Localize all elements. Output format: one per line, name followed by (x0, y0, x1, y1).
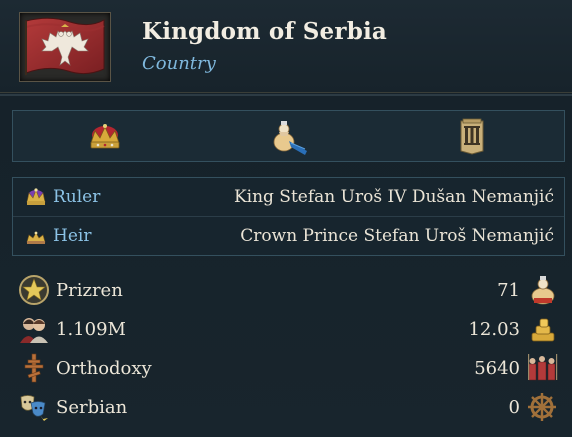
country-type-label: Country (142, 53, 216, 74)
prince-crown-icon (25, 226, 47, 250)
country-panel: Kingdom of Serbia Country Ruler King Ste… (0, 0, 572, 437)
population-value: 1.109M (56, 319, 126, 340)
crown-icon (90, 124, 120, 149)
ruler-label: Ruler (53, 187, 101, 207)
country-tabs (12, 110, 565, 162)
capital-row[interactable]: Prizren 71 (0, 271, 572, 309)
orthodox-cross-icon (18, 352, 50, 388)
culture-masks-icon (18, 391, 50, 427)
roman-numeral-three-icon (460, 118, 484, 155)
capital-star-icon (18, 274, 50, 310)
gold-coins-icon (528, 313, 558, 349)
serbian-eagle-flag-icon (25, 17, 105, 75)
country-header: Kingdom of Serbia Country (0, 0, 572, 93)
tab-diplomacy[interactable] (197, 111, 381, 161)
ruler-row[interactable]: Ruler King Stefan Uroš IV Dušan Nemanjić (13, 178, 564, 216)
king-crown-icon (25, 187, 47, 211)
culture-name: Serbian (56, 397, 128, 418)
population-icon (18, 313, 50, 349)
heir-label: Heir (53, 226, 92, 246)
religion-name: Orthodoxy (56, 358, 152, 379)
heir-row[interactable]: Heir Crown Prince Stefan Uroš Nemanjić (13, 217, 564, 255)
heir-name[interactable]: Crown Prince Stefan Uroš Nemanjić (240, 226, 554, 246)
population-row[interactable]: 1.109M 12.03 (0, 310, 572, 348)
army-soldiers-icon (526, 352, 558, 388)
capital-name: Prizren (56, 280, 123, 301)
pawn-money-icon (528, 274, 558, 310)
pawn-flag-icon (273, 121, 307, 155)
tab-government[interactable] (13, 111, 197, 161)
ruler-name[interactable]: King Stefan Uroš IV Dušan Nemanjić (234, 187, 554, 207)
development-value: 71 (497, 280, 520, 301)
country-flag[interactable] (19, 12, 111, 82)
tab-laws[interactable] (380, 111, 564, 161)
ship-wheel-icon (526, 391, 558, 427)
ruler-heir-box: Ruler King Stefan Uroš IV Dušan Nemanjić… (12, 177, 565, 256)
header-divider (0, 94, 572, 96)
religion-row[interactable]: Orthodoxy 5640 (0, 349, 572, 387)
income-value: 12.03 (468, 319, 520, 340)
culture-row[interactable]: Serbian 0 (0, 388, 572, 426)
manpower-value: 5640 (474, 358, 520, 379)
navy-value: 0 (508, 397, 520, 418)
country-title: Kingdom of Serbia (142, 18, 388, 45)
